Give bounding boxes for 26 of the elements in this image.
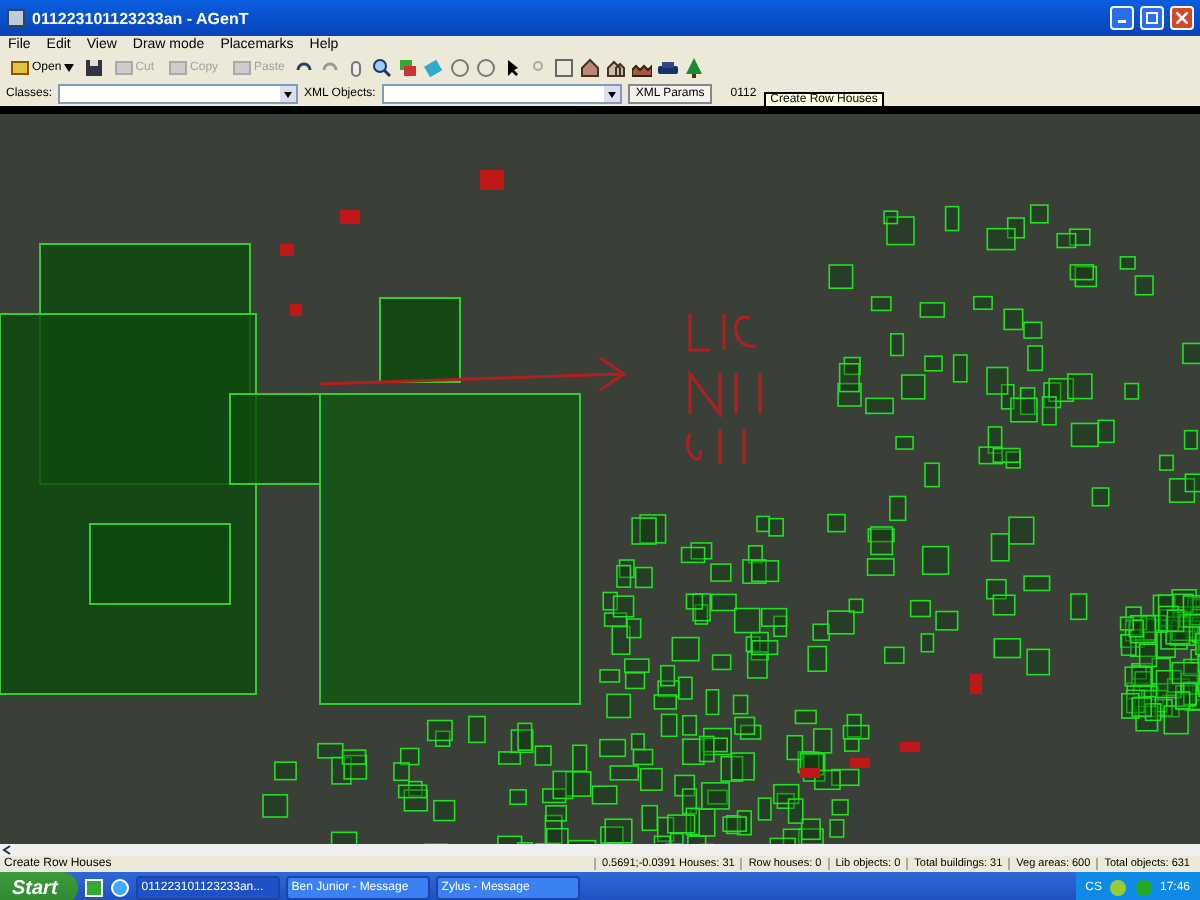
caret-icon[interactable] <box>63 63 74 71</box>
houses-icon[interactable] <box>606 57 627 77</box>
tree-icon[interactable] <box>684 57 705 77</box>
rectangle-icon[interactable] <box>554 57 575 77</box>
dropdown-field[interactable] <box>381 83 622 103</box>
minimize-button[interactable] <box>1110 6 1134 30</box>
car-icon[interactable] <box>658 57 679 77</box>
maximize-button[interactable] <box>1140 6 1164 30</box>
document-icon <box>232 57 253 77</box>
close-button[interactable] <box>1170 6 1194 30</box>
zoom-icon[interactable] <box>372 57 393 77</box>
scroll-left-icon[interactable] <box>0 844 16 856</box>
start-button[interactable]: Start <box>0 872 78 900</box>
folder-icon <box>10 57 30 77</box>
save-icon[interactable] <box>83 57 104 77</box>
document-icon <box>168 57 189 77</box>
pointer-icon[interactable] <box>502 57 523 77</box>
maximize-icon <box>1146 12 1158 24</box>
dropdown-field[interactable] <box>58 83 299 103</box>
close-icon <box>1176 12 1188 24</box>
app-icon <box>6 8 26 28</box>
document-icon <box>113 57 134 77</box>
house-icon[interactable] <box>580 57 601 77</box>
desktop-icon[interactable] <box>83 878 104 898</box>
window-title: 011223101123233an - AGenT <box>32 9 251 27</box>
dropdown-arrow-icon[interactable] <box>280 85 297 101</box>
